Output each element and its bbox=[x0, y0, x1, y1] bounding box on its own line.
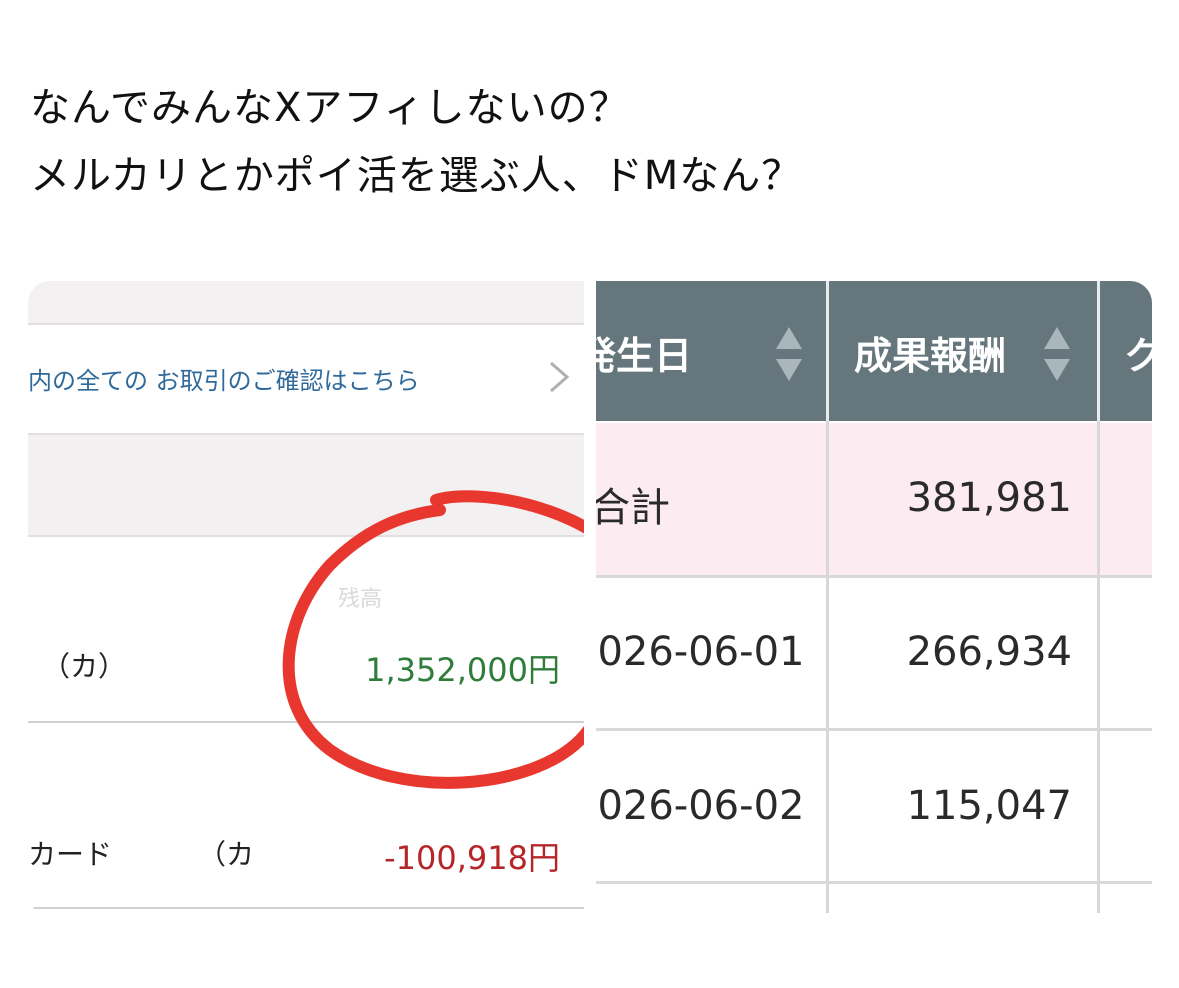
sort-icon[interactable] bbox=[1042, 325, 1072, 385]
all-transactions-link-row[interactable]: 内の全ての お取引のご確認はこちら bbox=[28, 325, 584, 435]
column-separator bbox=[826, 421, 829, 913]
header-separator bbox=[1097, 281, 1100, 421]
sort-icon[interactable] bbox=[774, 325, 804, 385]
balance-column-label: 残高 bbox=[338, 587, 383, 612]
table-cell-date: 2026-06-02 bbox=[596, 783, 805, 829]
reward-table: 発生日 成果報酬 ク 合計 381,981 2026-06-01 266,934… bbox=[596, 281, 1152, 913]
header-separator bbox=[826, 281, 829, 421]
header-date-label: 発生日 bbox=[596, 334, 693, 378]
account-row-2-amount: -100,918円 bbox=[384, 839, 560, 877]
header-reward-label: 成果報酬 bbox=[854, 334, 1007, 378]
row-separator bbox=[596, 575, 1152, 578]
post-line-2: メルカリとかポイ活を選ぶ人、ドMなん？ bbox=[30, 153, 803, 199]
table-cell-reward: 381,981 bbox=[906, 475, 1072, 521]
account-row-2-label: カード bbox=[28, 838, 113, 871]
row-divider bbox=[28, 907, 584, 909]
row-separator bbox=[596, 728, 1152, 731]
header-next-label: ク bbox=[1124, 334, 1152, 378]
account-row-1-amount: 1,352,000円 bbox=[365, 651, 560, 689]
bank-screenshot: 内の全ての お取引のご確認はこちら 残高 （カ） 1,352,000円 カード … bbox=[28, 281, 584, 913]
post-line-1: なんでみんなXアフィしないの？ bbox=[30, 85, 630, 131]
table-cell-reward: 115,047 bbox=[906, 783, 1072, 829]
account-row-1-label: （カ） bbox=[42, 650, 127, 683]
row-divider bbox=[28, 721, 584, 723]
post-text: なんでみんなXアフィしないの？ メルカリとかポイ活を選ぶ人、ドMなん？ bbox=[30, 74, 1130, 210]
account-row-2-label-b: （カ bbox=[198, 838, 255, 871]
row-separator bbox=[596, 881, 1152, 884]
bank-section-header bbox=[28, 435, 584, 537]
bank-header-bar bbox=[28, 281, 584, 325]
table-cell-date: 2026-06-01 bbox=[596, 629, 805, 675]
all-transactions-link[interactable]: 内の全ての お取引のご確認はこちら bbox=[28, 361, 420, 396]
table-cell-reward: 266,934 bbox=[906, 629, 1072, 675]
table-cell-date: 合計 bbox=[596, 485, 670, 531]
chevron-right-icon bbox=[550, 361, 570, 393]
column-separator bbox=[1097, 421, 1100, 913]
